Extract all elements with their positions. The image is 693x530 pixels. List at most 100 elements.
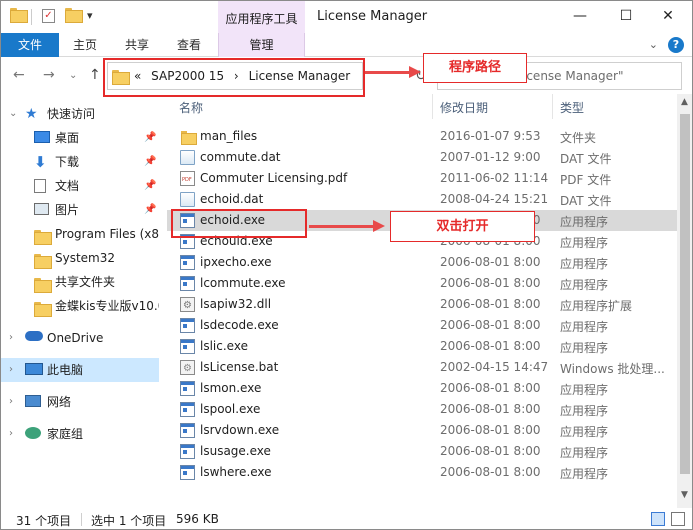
file-name: lsLicense.bat [200, 360, 279, 374]
table-row[interactable]: Commuter Licensing.pdf 2011-06-02 11:14 PD… [167, 168, 677, 189]
nav-item-documents[interactable]: 文档 📌 [1, 174, 159, 198]
table-row[interactable]: ipxecho.exe 2006-08-01 8:00 应用程序 [167, 252, 677, 273]
exe-file-icon [180, 381, 195, 396]
file-date: 2008-04-24 15:21 [440, 192, 549, 206]
file-date: 2011-06-02 11:14 [440, 171, 549, 185]
nav-item-system32[interactable]: System32 [1, 246, 159, 270]
file-date: 2006-08-01 8:00 [440, 381, 541, 395]
pin-icon[interactable]: 📌 [144, 126, 156, 150]
exe-file-icon [180, 402, 195, 417]
column-divider[interactable] [432, 94, 433, 119]
nav-label: Program Files (x86 [55, 227, 159, 241]
nav-this-pc[interactable]: › 此电脑 [1, 358, 159, 382]
nav-item-pictures[interactable]: 图片 📌 [1, 198, 159, 222]
column-date[interactable]: 修改日期 [440, 99, 488, 116]
nav-label: 此电脑 [47, 363, 84, 377]
nav-network[interactable]: › 网络 [1, 390, 159, 414]
title-bar: ✓ ▾ 应用程序工具 License Manager — ☐ ✕ [1, 1, 692, 33]
tiles-view-icon[interactable] [671, 512, 685, 526]
chevron-down-icon[interactable]: ⌄ [9, 102, 17, 126]
file-name: commute.dat [200, 150, 281, 164]
forward-button[interactable]: → [43, 67, 55, 83]
table-row[interactable]: lsdecode.exe 2006-08-01 8:00 应用程序 [167, 315, 677, 336]
nav-item-kis[interactable]: 金蝶kis专业版v10.0 [1, 294, 159, 318]
file-type: 应用程序 [560, 467, 609, 481]
navigation-pane: ⌄ ★ 快速访问 桌面 📌 ⬇ 下载 📌 文档 📌 图片 📌 Program F… [1, 94, 159, 508]
table-row[interactable]: lsrvdown.exe 2006-08-01 8:00 应用程序 [167, 420, 677, 441]
nav-onedrive[interactable]: › OneDrive [1, 326, 159, 350]
dat-file-icon [180, 150, 195, 165]
chevron-right-icon[interactable]: › [9, 326, 13, 350]
file-type: DAT 文件 [560, 152, 612, 166]
table-row[interactable]: lslic.exe 2006-08-01 8:00 应用程序 [167, 336, 677, 357]
file-type: 应用程序 [560, 383, 609, 397]
scroll-down-icon[interactable]: ▼ [681, 490, 688, 500]
tab-home[interactable]: 主页 [73, 33, 97, 57]
customize-qa-icon[interactable]: ▾ [87, 9, 93, 22]
table-row[interactable]: man_files 2016-01-07 9:53 文件夹 [167, 126, 677, 147]
file-date: 2006-08-01 8:00 [440, 255, 541, 269]
new-folder-icon[interactable] [65, 8, 83, 24]
tab-manage[interactable]: 管理 [218, 33, 305, 57]
file-name: lspool.exe [200, 402, 261, 416]
column-name[interactable]: 名称 [179, 99, 203, 116]
tab-view[interactable]: 查看 [177, 33, 201, 57]
explorer-window: ✓ ▾ 应用程序工具 License Manager — ☐ ✕ 文件 主页 共… [0, 0, 693, 530]
pin-icon[interactable]: 📌 [144, 150, 156, 174]
vertical-scrollbar[interactable]: ▲ ▼ [677, 94, 692, 508]
window-title: License Manager [317, 9, 428, 24]
close-button[interactable]: ✕ [645, 1, 691, 33]
nav-item-shared[interactable]: 共享文件夹 [1, 270, 159, 294]
folder-icon[interactable] [10, 8, 28, 24]
network-icon [25, 395, 41, 407]
document-icon [34, 179, 46, 193]
nav-item-downloads[interactable]: ⬇ 下载 📌 [1, 150, 159, 174]
nav-label: 家庭组 [47, 427, 84, 441]
nav-homegroup[interactable]: › 家庭组 [1, 422, 159, 446]
chevron-right-icon[interactable]: › [9, 390, 13, 414]
back-button[interactable]: ← [13, 67, 25, 83]
help-icon[interactable]: ? [668, 37, 684, 53]
minimize-button[interactable]: — [557, 1, 603, 33]
table-row[interactable]: lswhere.exe 2006-08-01 8:00 应用程序 [167, 462, 677, 483]
folder-file-icon [180, 129, 197, 145]
table-row[interactable]: lsapiw32.dll 2006-08-01 8:00 应用程序扩展 [167, 294, 677, 315]
tab-share[interactable]: 共享 [125, 33, 149, 57]
nav-item-program-files[interactable]: Program Files (x86 [1, 222, 159, 246]
file-date: 2006-08-01 8:00 [440, 465, 541, 479]
pane-splitter[interactable] [159, 94, 167, 508]
pin-icon[interactable]: 📌 [144, 174, 156, 198]
table-row[interactable]: echoid.dat 2008-04-24 15:21 DAT 文件 [167, 189, 677, 210]
scrollbar-thumb[interactable] [680, 114, 690, 474]
properties-icon[interactable]: ✓ [42, 9, 55, 23]
column-divider[interactable] [552, 94, 553, 119]
recent-locations-button[interactable]: ⌄ [69, 70, 77, 81]
file-name: echoid.dat [200, 192, 264, 206]
maximize-button[interactable]: ☐ [603, 1, 649, 33]
exe-file-icon [180, 444, 195, 459]
table-row[interactable]: lsusage.exe 2006-08-01 8:00 应用程序 [167, 441, 677, 462]
chevron-down-icon[interactable]: ⌄ [649, 38, 658, 51]
file-type: 应用程序 [560, 320, 609, 334]
download-icon: ⬇ [34, 153, 47, 171]
table-row[interactable]: lspool.exe 2006-08-01 8:00 应用程序 [167, 399, 677, 420]
file-name: man_files [200, 129, 258, 143]
chevron-right-icon[interactable]: › [9, 358, 13, 382]
details-view-icon[interactable] [651, 512, 665, 526]
nav-item-desktop[interactable]: 桌面 📌 [1, 126, 159, 150]
tab-file[interactable]: 文件 [1, 33, 59, 57]
table-row[interactable]: commute.dat 2007-01-12 9:00 DAT 文件 [167, 147, 677, 168]
table-row[interactable]: lcommute.exe 2006-08-01 8:00 应用程序 [167, 273, 677, 294]
file-name: lswhere.exe [200, 465, 272, 479]
scroll-up-icon[interactable]: ▲ [681, 97, 688, 107]
column-type[interactable]: 类型 [560, 99, 584, 116]
up-button[interactable]: ↑ [89, 67, 101, 83]
nav-label: 网络 [47, 395, 72, 409]
chevron-right-icon[interactable]: › [9, 422, 13, 446]
table-row[interactable]: lsLicense.bat 2002-04-15 14:47 Windows 批处理… [167, 357, 677, 378]
nav-quick-access[interactable]: ⌄ ★ 快速访问 [1, 102, 159, 126]
open-callout: 双击打开 [390, 211, 535, 242]
pin-icon[interactable]: 📌 [144, 198, 156, 222]
table-row[interactable]: lsmon.exe 2006-08-01 8:00 应用程序 [167, 378, 677, 399]
path-callout: 程序路径 [423, 53, 527, 83]
